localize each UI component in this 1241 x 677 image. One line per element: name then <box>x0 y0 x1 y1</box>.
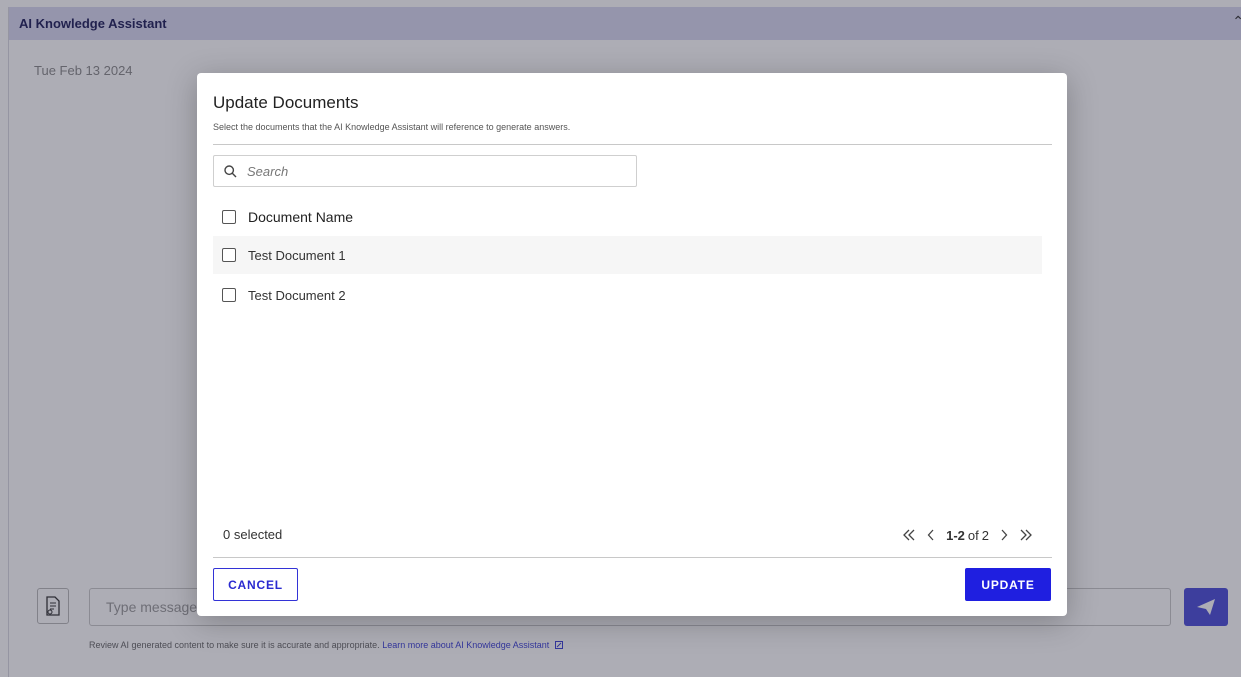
search-input[interactable] <box>245 162 619 180</box>
selected-count: 0 selected <box>223 527 283 542</box>
page-range: 1-2 <box>946 527 965 543</box>
divider <box>213 144 1052 145</box>
last-page-icon[interactable] <box>1015 525 1037 545</box>
dialog-title: Update Documents <box>213 93 359 112</box>
list-header: Document Name <box>213 198 1042 236</box>
first-page-icon[interactable] <box>898 525 920 545</box>
pagination: 1-2 of 2 <box>898 525 1037 545</box>
cancel-button[interactable]: CANCEL <box>213 568 298 601</box>
page-total: 2 <box>981 527 989 543</box>
update-button[interactable]: UPDATE <box>965 568 1051 601</box>
document-name: Test Document 2 <box>248 287 346 303</box>
document-name: Test Document 1 <box>248 247 346 263</box>
select-all-checkbox[interactable] <box>222 210 236 224</box>
search-icon <box>224 164 237 178</box>
row-checkbox[interactable] <box>222 248 236 262</box>
previous-page-icon[interactable] <box>920 525 942 545</box>
divider <box>213 557 1052 558</box>
dialog-subtitle: Select the documents that the AI Knowled… <box>213 122 571 132</box>
row-checkbox[interactable] <box>222 288 236 302</box>
next-page-icon[interactable] <box>993 525 1015 545</box>
table-row[interactable]: Test Document 1 <box>213 236 1042 274</box>
update-documents-dialog: Update Documents Select the documents th… <box>197 73 1067 616</box>
search-box[interactable] <box>213 155 637 187</box>
column-header-document-name: Document Name <box>248 209 354 225</box>
page-of-label: of <box>967 527 979 543</box>
table-row[interactable]: Test Document 2 <box>213 276 1042 314</box>
